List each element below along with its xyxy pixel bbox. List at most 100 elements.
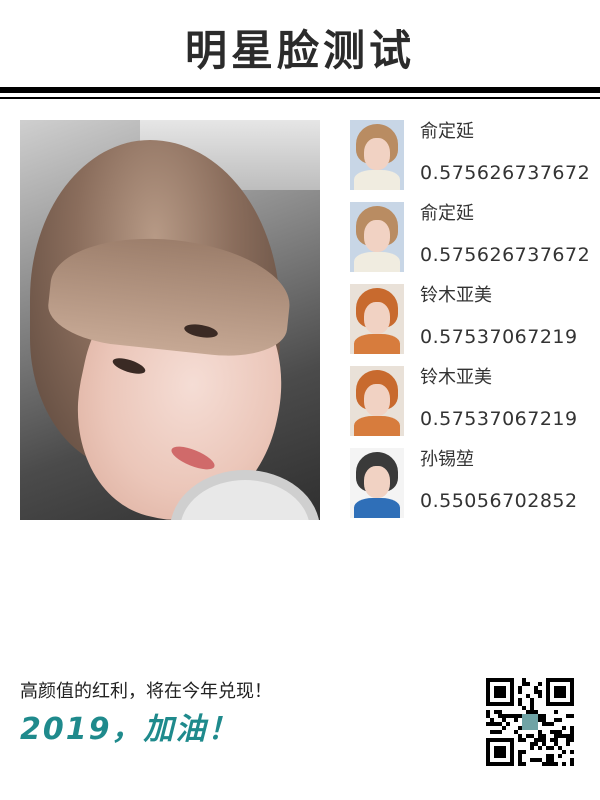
result-item[interactable]: 铃木亚美 0.57537067219 (350, 284, 600, 354)
qr-finder-pattern (494, 746, 506, 758)
qr-module (542, 718, 546, 722)
qr-module (486, 714, 490, 718)
qr-module (502, 714, 506, 718)
celebrity-thumbnail (350, 202, 404, 272)
qr-module (566, 738, 570, 742)
qr-module (522, 762, 526, 766)
uploaded-face-photo (20, 120, 320, 520)
qr-module (550, 754, 554, 758)
qr-module (570, 714, 574, 718)
celebrity-thumbnail (350, 448, 404, 518)
qr-module (562, 762, 566, 766)
qr-module (570, 730, 574, 734)
thumb-body (354, 334, 400, 354)
qr-module (562, 750, 566, 754)
qr-module (514, 718, 518, 722)
qr-module (550, 762, 554, 766)
qr-module (562, 726, 566, 730)
thumb-body (354, 416, 400, 436)
qr-module (570, 734, 574, 738)
qr-module (550, 738, 554, 742)
footer-slogan: 高颜值的红利，将在今年兑现！ (20, 681, 272, 702)
thumb-face (364, 466, 390, 498)
result-item[interactable]: 俞定延 0.575626737672 (350, 120, 600, 190)
celebrity-thumbnail (350, 284, 404, 354)
qr-module (498, 730, 502, 734)
celebrity-name: 铃木亚美 (420, 367, 492, 388)
similarity-score: 0.57537067219 (420, 408, 578, 430)
qr-module (534, 758, 538, 762)
qr-module (526, 734, 530, 738)
qr-module (518, 698, 522, 702)
qr-module (530, 710, 534, 714)
qr-module (530, 758, 534, 762)
qr-module (494, 730, 498, 734)
qr-code-icon[interactable] (486, 678, 574, 766)
qr-module (570, 726, 574, 730)
thumb-body (354, 252, 400, 272)
qr-module (558, 718, 562, 722)
qr-module (538, 734, 542, 738)
qr-module (526, 710, 530, 714)
qr-module (514, 714, 518, 718)
qr-module (542, 714, 546, 718)
qr-module (538, 714, 542, 718)
qr-module (558, 754, 562, 758)
qr-module (530, 746, 534, 750)
celebrity-name: 孙锡堃 (420, 449, 474, 470)
thumb-face (364, 302, 390, 334)
qr-module (530, 698, 534, 702)
qr-module (538, 682, 542, 686)
qr-module (518, 758, 522, 762)
qr-module (554, 710, 558, 714)
qr-module (518, 750, 522, 754)
qr-module (522, 738, 526, 742)
qr-module (538, 694, 542, 698)
qr-module (554, 742, 558, 746)
celebrity-name: 俞定延 (420, 203, 474, 224)
qr-module (494, 710, 498, 714)
qr-module (546, 722, 550, 726)
similarity-score: 0.57537067219 (420, 326, 578, 348)
result-item[interactable]: 孙锡堃 0.55056702852 (350, 448, 600, 518)
similarity-score: 0.575626737672 (420, 162, 591, 184)
similarity-score: 0.55056702852 (420, 490, 578, 512)
result-item[interactable]: 俞定延 0.575626737672 (350, 202, 600, 272)
celebrity-name: 铃木亚美 (420, 285, 492, 306)
thumb-face (364, 384, 390, 416)
qr-module (490, 730, 494, 734)
qr-module (534, 738, 538, 742)
qr-module (486, 722, 490, 726)
qr-module (518, 738, 522, 742)
result-item[interactable]: 铃木亚美 0.57537067219 (350, 366, 600, 436)
qr-module (550, 758, 554, 762)
qr-module (538, 746, 542, 750)
qr-module (526, 694, 530, 698)
qr-module (498, 714, 502, 718)
thumb-face (364, 138, 390, 170)
qr-module (538, 738, 542, 742)
qr-module (542, 722, 546, 726)
qr-module (498, 722, 502, 726)
qr-module (538, 690, 542, 694)
thumb-face (364, 220, 390, 252)
qr-module (514, 730, 518, 734)
qr-module (542, 734, 546, 738)
qr-module (558, 730, 562, 734)
qr-module (518, 690, 522, 694)
qr-module (538, 730, 542, 734)
qr-module (542, 742, 546, 746)
qr-module (538, 718, 542, 722)
thumb-body (354, 498, 400, 518)
qr-module (502, 726, 506, 730)
qr-module (490, 722, 494, 726)
header-divider-thin (0, 97, 600, 99)
qr-module (554, 730, 558, 734)
qr-logo (522, 714, 538, 730)
qr-module (554, 762, 558, 766)
qr-module (554, 718, 558, 722)
qr-module (522, 678, 526, 682)
footer-cheer: 2019，加油！ (20, 712, 240, 747)
qr-module (506, 714, 510, 718)
celebrity-thumbnail (350, 120, 404, 190)
